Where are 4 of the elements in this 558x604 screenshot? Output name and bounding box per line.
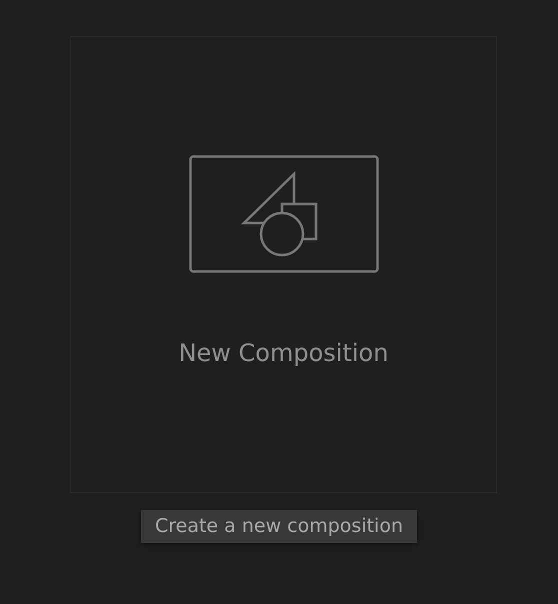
tooltip: Create a new composition — [140, 510, 417, 543]
composition-icon — [188, 155, 378, 273]
card-title: New Composition — [178, 339, 388, 367]
composition-card[interactable]: New Composition — [70, 36, 497, 493]
